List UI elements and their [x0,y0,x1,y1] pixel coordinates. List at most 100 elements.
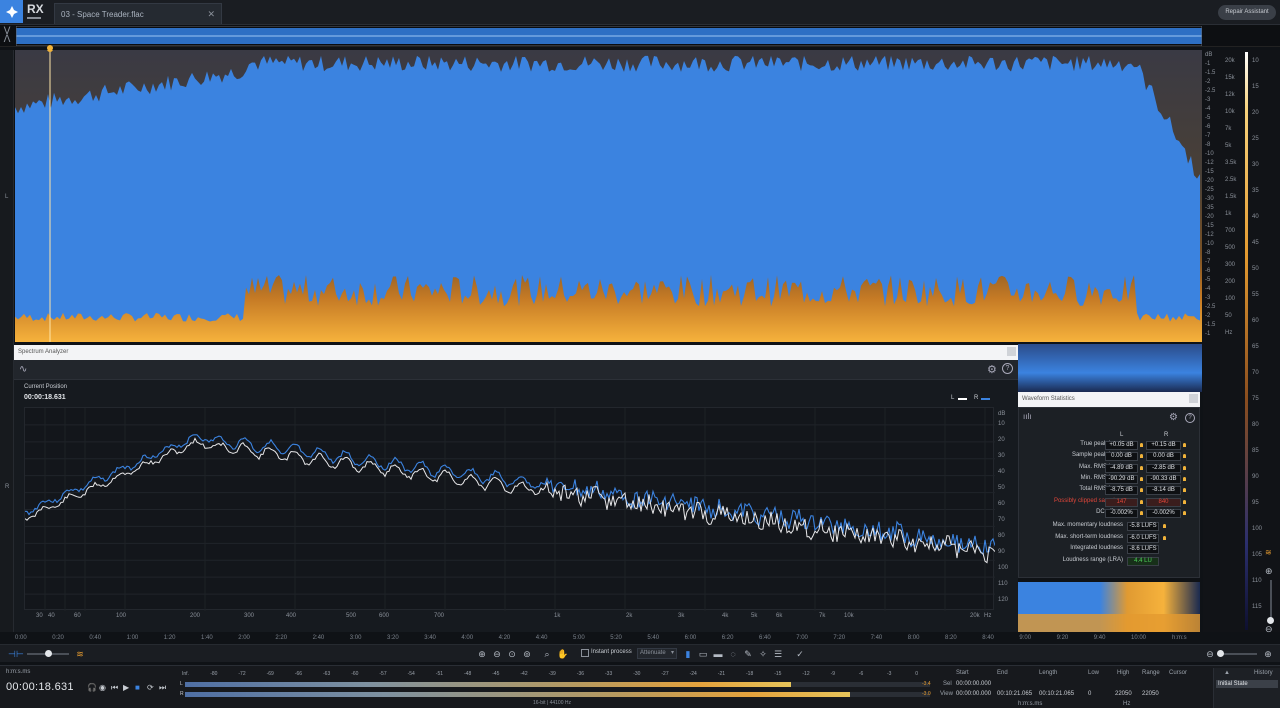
color-scale-label: 45 [1252,240,1259,246]
view-end-value[interactable]: 00:10:21.065 [997,691,1032,697]
locate-marker-icon[interactable] [1140,465,1143,470]
locate-marker-icon[interactable] [1140,499,1143,504]
instant-process-mode-value: Attenuate [640,650,666,656]
db-tick-label: -1.5 [1205,70,1216,76]
zoom-out-icon[interactable]: ⊖ [491,648,503,660]
rewind-icon[interactable]: ⏮ [111,683,118,693]
time-ruler-label: 0:40 [89,635,102,641]
gear-icon[interactable]: ⚙ [987,363,997,376]
close-icon[interactable] [1189,394,1198,403]
left-channel-label[interactable]: L [5,194,8,200]
overview-strip[interactable]: ᐯᐱ [0,25,1280,47]
slider-thumb[interactable] [1217,650,1224,657]
zoom-in-icon[interactable]: ⊕ [1262,648,1274,660]
go-to-end-icon[interactable]: ⏭ [159,683,166,693]
zoom-fit-icon[interactable]: ⊚ [521,648,533,660]
locate-marker-icon[interactable] [1183,476,1186,481]
overview-waveform [16,26,1202,46]
close-icon[interactable]: ✕ [207,9,215,20]
zoom-in-icon[interactable]: ⊕ [1265,566,1273,577]
meter-tick-label: -69 [266,671,274,677]
time-ruler[interactable]: 0:00 0:20 0:40 1:00 1:20 1:40 2:00 2:20 2:40 3:00… [14,632,1202,644]
loop-playback-icon[interactable]: ⟳ [147,683,154,692]
close-icon[interactable] [1007,347,1016,356]
hand-tool-icon[interactable]: ✋ [557,648,569,660]
zoom-tool-icon[interactable]: ⌕ [541,648,553,660]
help-icon[interactable]: ? [1185,413,1195,423]
spectrum-analyzer-titlebar[interactable]: Spectrum Analyzer [14,345,1018,360]
locate-marker-icon[interactable] [1140,510,1143,515]
processing-icon[interactable]: ✓ [794,648,806,660]
timecode-format[interactable]: h:m:s.ms [6,669,30,675]
locate-marker-icon[interactable] [1183,454,1186,459]
help-icon[interactable]: ? [1002,363,1013,374]
stop-icon[interactable]: ■ [135,683,140,692]
view-high-value[interactable]: 22050 [1115,691,1132,697]
slider-thumb[interactable] [45,650,52,657]
frequency-selection-icon[interactable]: ▭ [697,648,709,660]
zoom-out-icon[interactable]: ⊖ [1204,648,1216,660]
history-item[interactable]: Initial State [1216,680,1278,688]
spectrogram-mode-icon[interactable]: ≋ [74,648,86,660]
waveform-mode-icon[interactable]: ⊣⊢ [8,648,24,660]
time-ruler-label: 6:40 [759,635,771,641]
locate-marker-icon[interactable] [1163,535,1166,540]
locate-marker-icon[interactable] [1183,465,1186,470]
locate-marker-icon[interactable] [1140,488,1143,493]
spectrum-plot[interactable] [24,407,996,611]
locate-marker-icon[interactable] [1140,476,1143,481]
waveform-spectrogram-view[interactable] [15,50,1202,342]
locate-marker-icon[interactable] [1183,488,1186,493]
time-frequency-selection-icon[interactable]: ▬ [712,648,724,660]
hz-tick-label: 200 [1225,279,1236,285]
spectrogram-settings-icon[interactable]: ≋ [1265,548,1272,557]
vertical-zoom-slider[interactable] [1267,580,1274,624]
gear-icon[interactable]: ⚙ [1169,412,1178,423]
stats-value-r: 840 [1146,497,1181,507]
lasso-icon[interactable]: ◌ [727,648,739,660]
locate-marker-icon[interactable] [1140,454,1143,459]
collapse-icon[interactable]: ᐯᐱ [2,27,12,45]
time-ruler-label: 9:40 [1093,635,1106,641]
waveform-statistics-titlebar[interactable]: Waveform Statistics [1018,392,1200,407]
loudness-row-label: Loudness range (LRA) [1062,556,1123,563]
playhead-handle[interactable] [47,45,53,51]
play-icon[interactable]: ▶ [123,683,129,692]
time-selection-icon[interactable]: ▮ [682,648,694,660]
magic-wand-icon[interactable]: ✧ [757,648,769,660]
record-icon[interactable]: ◉ [99,683,106,692]
spectrum-freq-tick: 300 [244,613,255,619]
loop-icon[interactable]: 🎧 [87,683,97,692]
low-header: Low [1088,670,1100,676]
hz-unit-label: Hz [1123,701,1131,707]
locate-marker-icon[interactable] [1183,510,1186,515]
repair-assistant-button[interactable]: Repair Assistant [1218,5,1276,20]
file-tab[interactable]: 03 - Space Treader.flac ✕ [54,3,222,24]
zoom-slider[interactable] [1217,650,1257,657]
brush-icon[interactable]: ✎ [742,648,754,660]
instant-process-mode-select[interactable]: Attenuate ▾ [637,648,677,659]
meter-l-label: L [180,681,183,687]
view-low-value[interactable]: 0 [1088,691,1091,697]
waveform-spectro-blend-slider[interactable] [27,650,69,657]
sel-start-value[interactable]: 00:00:00.000 [956,681,991,687]
chevron-up-icon[interactable]: ▲ [1224,670,1230,676]
harmonic-selection-icon[interactable]: ☰ [772,648,784,660]
locate-marker-icon[interactable] [1183,499,1186,504]
right-channel-label[interactable]: R [5,484,9,490]
stats-col-l: L [1120,432,1124,438]
view-range-value[interactable]: 22050 [1142,691,1159,697]
locate-marker-icon[interactable] [1163,524,1166,528]
slider-thumb[interactable] [1267,617,1274,624]
zoom-selection-icon[interactable]: ⊙ [506,648,518,660]
view-length-value[interactable]: 00:10:21.065 [1039,691,1074,697]
spectrum-analyzer-toolbar: ∿ ⚙ ? [14,360,1018,380]
zoom-out-icon[interactable]: ⊖ [1265,624,1273,635]
app-menu-button[interactable] [0,0,23,23]
zoom-in-icon[interactable]: ⊕ [476,648,488,660]
locate-marker-icon[interactable] [1140,443,1143,447]
locate-marker-icon[interactable] [1183,443,1186,447]
instant-process-checkbox[interactable] [581,649,589,657]
waveform-icon[interactable]: ∿ [19,364,27,375]
view-start-value[interactable]: 00:00:00.000 [956,691,991,697]
